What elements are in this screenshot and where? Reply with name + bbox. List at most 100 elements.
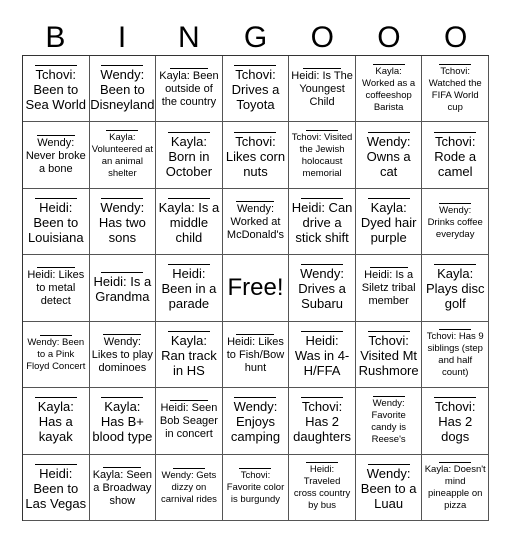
signature-line bbox=[34, 65, 77, 67]
cell-text: Heidi: Been to Las Vegas bbox=[25, 465, 87, 511]
header-letter: I bbox=[117, 21, 127, 54]
bingo-cell[interactable]: Kayla: Plays disc golf bbox=[422, 255, 489, 322]
bingo-cell[interactable]: Heidi: Been in a parade bbox=[156, 255, 223, 322]
bingo-cell[interactable]: Tchovi: Visited Mt Rushmore bbox=[355, 321, 423, 389]
bingo-cell[interactable]: Tchovi: Been to Sea World bbox=[23, 56, 90, 123]
signature-line bbox=[169, 68, 208, 70]
bingo-cell[interactable]: Heidi: Been to Las Vegas bbox=[23, 454, 90, 521]
cell-text: Wendy: Drinks coffee everyday bbox=[427, 204, 483, 240]
cell-text: Tchovi: Has 2 dogs bbox=[434, 399, 476, 445]
signature-line bbox=[234, 65, 277, 67]
signature-line bbox=[367, 330, 410, 332]
bingo-cell[interactable]: Kayla: Seen a Broadway show bbox=[89, 454, 157, 521]
cell-text: Wendy: Has two sons bbox=[98, 200, 146, 246]
signature-line bbox=[367, 198, 410, 200]
signature-line bbox=[167, 330, 210, 332]
cell-text: Wendy: Been to Disneyland bbox=[90, 67, 155, 113]
signature-line bbox=[367, 131, 410, 133]
bingo-cell[interactable]: Tchovi: Watched the FIFA World cup bbox=[422, 56, 489, 123]
bingo-cell[interactable]: Tchovi: Rode a camel bbox=[422, 122, 489, 189]
bingo-grid: Tchovi: Been to Sea World Wendy: Been to … bbox=[22, 55, 489, 521]
signature-line bbox=[172, 468, 205, 470]
bingo-cell[interactable]: Tchovi: Visited the Jewish holocaust mem… bbox=[289, 122, 356, 189]
cell-text: Kayla: Doesn't mind pineapple on pizza bbox=[424, 464, 486, 512]
header-letter: N bbox=[177, 21, 200, 54]
bingo-cell[interactable]: Wendy: Been to a Pink Floyd Concert bbox=[23, 321, 90, 389]
bingo-cell[interactable]: Tchovi: Likes corn nuts bbox=[222, 122, 290, 189]
bingo-cell[interactable]: Heidi: Traveled cross country by bus bbox=[289, 454, 356, 521]
bingo-cell[interactable]: Kayla: Has a kayak bbox=[23, 388, 90, 455]
bingo-cell[interactable]: Tchovi: Favorite color is burgundy bbox=[222, 454, 290, 521]
bingo-cell[interactable]: Heidi: Is The Youngest Child bbox=[289, 56, 356, 123]
header-letter: O bbox=[444, 21, 468, 54]
cell-text: Free! bbox=[227, 273, 284, 301]
cell-text: Tchovi: Drives a Toyota bbox=[231, 67, 280, 113]
header-letter: G bbox=[243, 21, 268, 54]
bingo-cell[interactable]: Kayla: Been outside of the country bbox=[156, 56, 223, 123]
cell-text: Heidi: Been to Louisiana bbox=[27, 200, 84, 246]
signature-line bbox=[439, 63, 472, 65]
cell-text: Tchovi: Watched the FIFA World cup bbox=[428, 65, 482, 113]
bingo-cell[interactable]: Tchovi: Has 9 siblings (step and half co… bbox=[422, 321, 489, 389]
header-letter: B bbox=[45, 21, 66, 54]
signature-line bbox=[306, 130, 339, 132]
bingo-cell[interactable]: Kayla: Ran track in HS bbox=[156, 321, 223, 389]
cell-text: Heidi: Been in a parade bbox=[161, 266, 217, 312]
signature-line bbox=[101, 65, 144, 67]
signature-line bbox=[103, 466, 142, 468]
bingo-cell[interactable]: Wendy: Likes to play dominoes bbox=[89, 321, 157, 389]
cell-text: Tchovi: Visited the Jewish holocaust mem… bbox=[291, 132, 353, 180]
free-space-cell[interactable]: Free! bbox=[222, 255, 290, 322]
bingo-cell[interactable]: Wendy: Never broke a bone bbox=[23, 122, 90, 189]
cell-text: Wendy: Favorite candy is Reese's bbox=[371, 397, 407, 445]
signature-line bbox=[372, 63, 405, 65]
bingo-cell[interactable]: Kayla: Volunteered at an animal shelter bbox=[89, 122, 157, 189]
bingo-cell[interactable]: Heidi: Was in 4-H/FFA bbox=[289, 321, 356, 389]
cell-text: Heidi: Is The Youngest Child bbox=[291, 70, 353, 109]
bingo-cell[interactable]: Wendy: Has two sons bbox=[89, 188, 157, 256]
bingo-cell[interactable]: Kayla: Is a middle child bbox=[156, 188, 223, 256]
bingo-cell[interactable]: Kayla: Worked as a coffeeshop Barista bbox=[355, 56, 423, 123]
signature-line bbox=[39, 335, 72, 337]
bingo-cell[interactable]: Wendy: Drives a Subaru bbox=[289, 255, 356, 322]
bingo-cell[interactable]: Wendy: Gets dizzy on carnival rides bbox=[156, 454, 223, 521]
cell-text: Heidi: Likes to Fish/Bow hunt bbox=[226, 335, 285, 374]
cell-text: Wendy: Worked at McDonald's bbox=[226, 203, 285, 242]
bingo-cell[interactable]: Wendy: Owns a cat bbox=[355, 122, 423, 189]
bingo-cell[interactable]: Wendy: Enjoys camping bbox=[222, 388, 290, 455]
bingo-cell[interactable]: Heidi: Likes to Fish/Bow hunt bbox=[222, 321, 290, 389]
cell-text: Wendy: Owns a cat bbox=[366, 133, 411, 179]
cell-text: Kayla: Seen a Broadway show bbox=[92, 468, 153, 507]
bingo-cell[interactable]: Kayla: Has B+ blood type bbox=[89, 388, 157, 455]
cell-text: Tchovi: Has 2 daughters bbox=[293, 399, 351, 445]
cell-text: Heidi: Was in 4-H/FFA bbox=[294, 332, 350, 378]
bingo-cell[interactable]: Wendy: Been to Disneyland bbox=[89, 56, 157, 123]
bingo-cell[interactable]: Heidi: Been to Louisiana bbox=[23, 188, 90, 256]
bingo-cell[interactable]: Wendy: Favorite candy is Reese's bbox=[355, 388, 423, 455]
cell-text: Kayla: Been outside of the country bbox=[159, 70, 219, 109]
bingo-cell[interactable]: Heidi: Is a Siletz tribal member bbox=[355, 255, 423, 322]
signature-line bbox=[34, 198, 77, 200]
signature-line bbox=[34, 397, 77, 399]
cell-text: Kayla: Has B+ blood type bbox=[92, 399, 153, 445]
cell-text: Wendy: Been to a Pink Floyd Concert bbox=[26, 337, 86, 373]
bingo-cell[interactable]: Tchovi: Has 2 daughters bbox=[289, 388, 356, 455]
bingo-cell[interactable]: Heidi: Is a Grandma bbox=[89, 255, 157, 322]
bingo-cell[interactable]: Heidi: Seen Bob Seager in concert bbox=[156, 388, 223, 455]
signature-line bbox=[372, 395, 405, 397]
bingo-cell[interactable]: Kayla: Doesn't mind pineapple on pizza bbox=[422, 454, 489, 521]
bingo-cell[interactable]: Tchovi: Has 2 dogs bbox=[422, 388, 489, 455]
signature-line bbox=[34, 463, 77, 465]
bingo-cell[interactable]: Heidi: Can drive a stick shift bbox=[289, 188, 356, 256]
bingo-cell[interactable]: Wendy: Worked at McDonald's bbox=[222, 188, 290, 256]
bingo-cell[interactable]: Kayla: Born in October bbox=[156, 122, 223, 189]
bingo-cell[interactable]: Heidi: Likes to metal detect bbox=[23, 255, 90, 322]
bingo-cell[interactable]: Wendy: Drinks coffee everyday bbox=[422, 188, 489, 256]
signature-line bbox=[101, 198, 144, 200]
bingo-cell[interactable]: Kayla: Dyed hair purple bbox=[355, 188, 423, 256]
header-letter: O bbox=[310, 21, 334, 54]
cell-text: Heidi: Traveled cross country by bus bbox=[293, 464, 351, 512]
bingo-cell[interactable]: Tchovi: Drives a Toyota bbox=[222, 56, 290, 123]
bingo-cell[interactable]: Wendy: Been to a Luau bbox=[355, 454, 423, 521]
signature-line bbox=[169, 400, 208, 402]
